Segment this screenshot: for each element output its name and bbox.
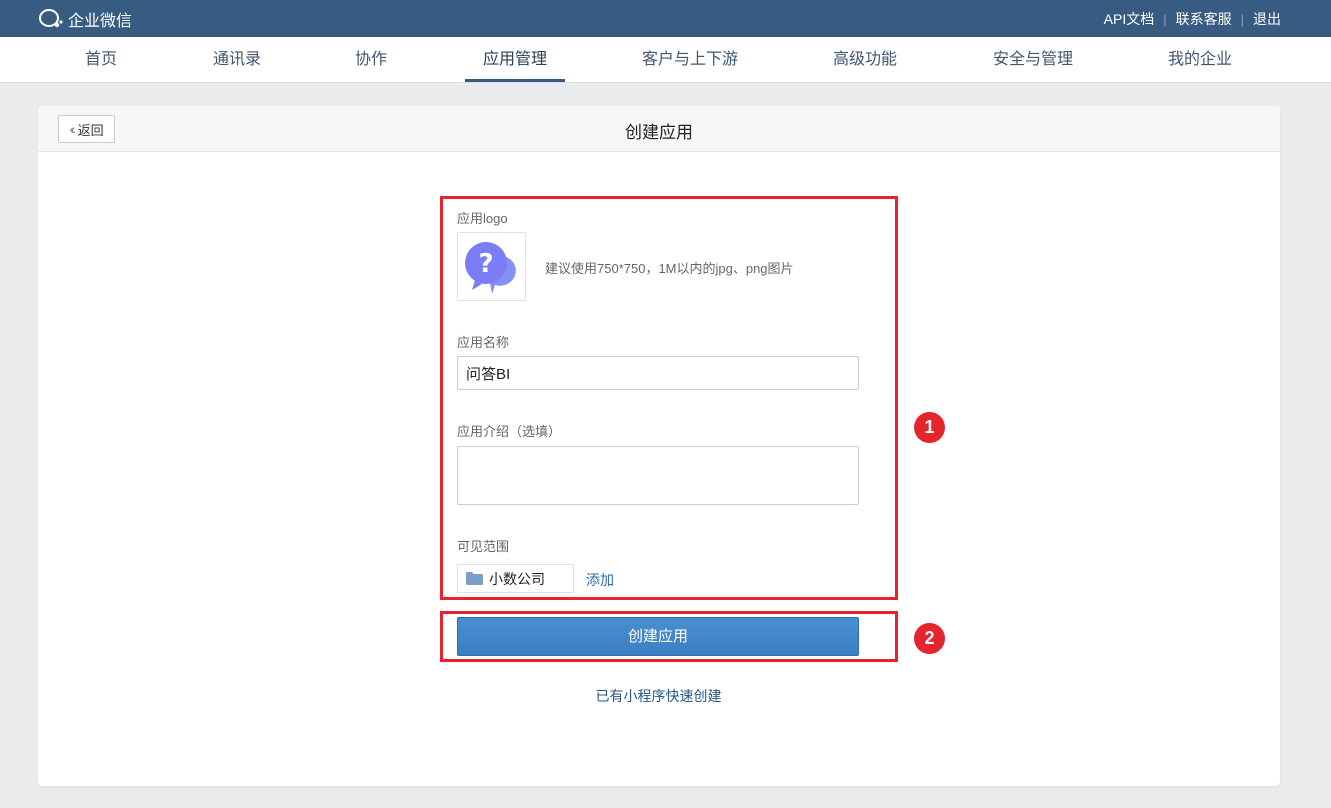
highlight-box-submit bbox=[440, 611, 898, 662]
brand-name: 企业微信 bbox=[68, 13, 133, 30]
logout-link[interactable]: 退出 bbox=[1253, 9, 1281, 29]
nav-item-customers[interactable]: 客户与上下游 bbox=[634, 37, 746, 83]
api-docs-link[interactable]: API文档 bbox=[1104, 9, 1155, 29]
mini-program-create-link[interactable]: 已有小程序快速创建 bbox=[0, 686, 1331, 706]
page-title: 创建应用 bbox=[625, 123, 693, 142]
card-header: ‹‹ 返回 创建应用 bbox=[38, 106, 1280, 152]
nav-item-advanced[interactable]: 高级功能 bbox=[826, 37, 904, 83]
annotation-badge-2: 2 bbox=[914, 623, 945, 654]
nav-item-app-management[interactable]: 应用管理 bbox=[465, 37, 565, 83]
nav-item-contacts[interactable]: 通讯录 bbox=[205, 37, 269, 83]
main-nav: 首页 通讯录 协作 应用管理 客户与上下游 高级功能 安全与管理 我的企业 bbox=[0, 37, 1331, 83]
brand[interactable]: 企业微信 bbox=[38, 7, 132, 31]
nav-item-collaboration[interactable]: 协作 bbox=[348, 37, 394, 83]
annotation-badge-1: 1 bbox=[914, 412, 945, 443]
divider: | bbox=[1163, 11, 1167, 27]
nav-item-home[interactable]: 首页 bbox=[78, 37, 124, 83]
nav-item-my-company[interactable]: 我的企业 bbox=[1161, 37, 1239, 83]
divider: | bbox=[1240, 11, 1244, 27]
contact-support-link[interactable]: 联系客服 bbox=[1176, 9, 1232, 29]
top-links: API文档 | 联系客服 | 退出 bbox=[1104, 9, 1281, 29]
top-bar: 企业微信 API文档 | 联系客服 | 退出 bbox=[0, 0, 1331, 37]
highlight-box-form bbox=[440, 196, 898, 600]
wework-logo-icon bbox=[39, 9, 63, 28]
mini-program-link-text: 已有小程序快速创建 bbox=[595, 688, 722, 704]
nav-item-security[interactable]: 安全与管理 bbox=[986, 37, 1080, 83]
